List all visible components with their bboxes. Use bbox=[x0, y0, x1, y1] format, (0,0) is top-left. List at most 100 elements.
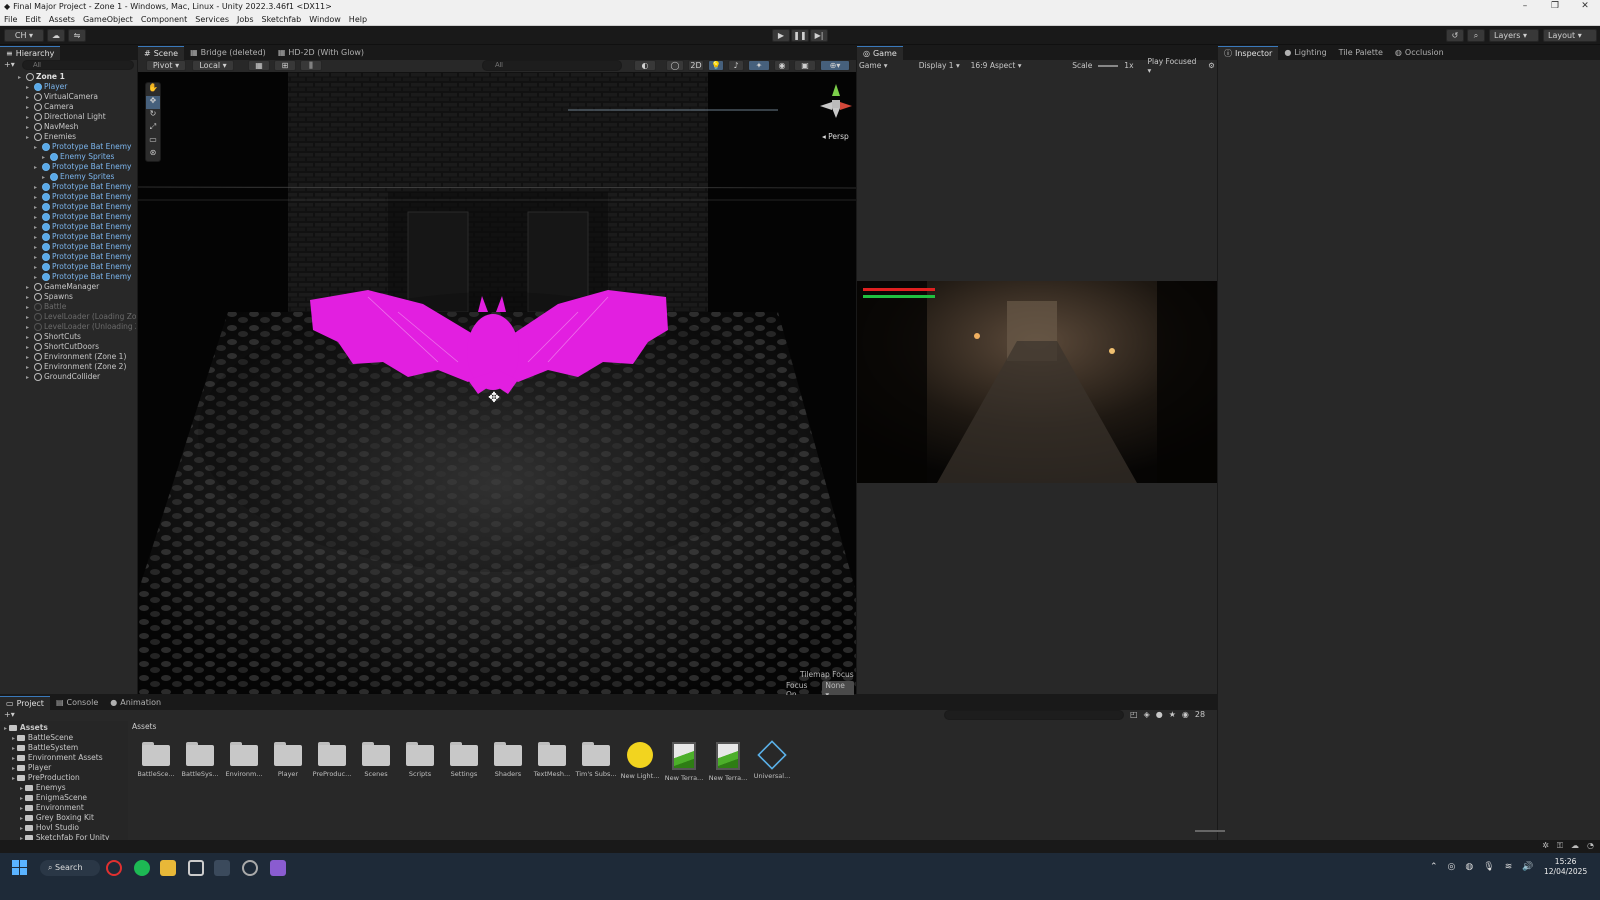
hierarchy-row[interactable]: ▸ Spawns bbox=[26, 292, 136, 302]
hierarchy-row[interactable]: ▸ Prototype Bat Enemy bbox=[34, 142, 136, 152]
cloud-sync-icon[interactable]: ☁ bbox=[1571, 841, 1579, 851]
bug-icon[interactable]: ✲ bbox=[1542, 841, 1549, 851]
unity-editor-icon[interactable] bbox=[214, 860, 230, 876]
asset-item[interactable]: Scripts bbox=[398, 742, 442, 778]
pivot-dropdown[interactable]: Pivot ▾ bbox=[146, 60, 186, 71]
hierarchy-row[interactable]: ▸ Prototype Bat Enemy bbox=[34, 202, 136, 212]
tray-app-icon[interactable]: ◎ bbox=[1448, 862, 1456, 872]
expand-arrow-icon[interactable]: ▸ bbox=[26, 343, 34, 352]
effects-toggle-icon[interactable]: ✦ bbox=[748, 60, 770, 71]
cloud-icon[interactable]: ☁ bbox=[47, 29, 65, 42]
shading-icon[interactable]: ◯ bbox=[666, 60, 684, 71]
maximize-button[interactable]: ❐ bbox=[1540, 0, 1570, 13]
menu-services[interactable]: Services bbox=[191, 13, 233, 25]
project-search-input[interactable] bbox=[944, 710, 1124, 720]
hierarchy-row[interactable]: ▸ Environment (Zone 1) bbox=[26, 352, 136, 362]
tab-animation[interactable]: ● Animation bbox=[104, 696, 167, 710]
persp-label[interactable]: ◂ Persp bbox=[822, 132, 849, 141]
expand-arrow-icon[interactable]: ▸ bbox=[18, 73, 26, 82]
play-focused-dropdown[interactable]: Play Focused ▾ bbox=[1148, 57, 1203, 75]
hand-tool-icon[interactable]: ✋ bbox=[146, 83, 160, 96]
visual-studio-icon[interactable] bbox=[270, 860, 286, 876]
tab-bridge[interactable]: ▦ Bridge (deleted) bbox=[184, 46, 272, 60]
expand-arrow-icon[interactable]: ▸ bbox=[26, 363, 34, 372]
asset-item[interactable]: Environm... bbox=[222, 742, 266, 778]
hierarchy-row[interactable]: ▸ Enemies bbox=[26, 132, 136, 142]
folder-tree-item[interactable]: ▸ BattleSystem bbox=[12, 743, 78, 753]
hierarchy-row[interactable]: ▸ Prototype Bat Enemy bbox=[34, 192, 136, 202]
local-dropdown[interactable]: Local ▾ bbox=[192, 60, 234, 71]
expand-arrow-icon[interactable]: ▸ bbox=[26, 283, 34, 292]
expand-arrow-icon[interactable]: ▸ bbox=[42, 173, 50, 182]
hierarchy-row[interactable]: ▸ Prototype Bat Enemy bbox=[34, 222, 136, 232]
expand-arrow-icon[interactable]: ▸ bbox=[34, 223, 42, 232]
spotify-icon[interactable] bbox=[134, 860, 150, 876]
clock[interactable]: 15:26 12/04/2025 bbox=[1544, 857, 1587, 877]
snap-icon[interactable]: ⊞ bbox=[274, 60, 296, 71]
asset-item[interactable]: BattleSys... bbox=[178, 742, 222, 778]
orientation-gizmo[interactable] bbox=[818, 80, 854, 120]
expand-arrow-icon[interactable]: ▸ bbox=[26, 133, 34, 142]
camera-settings-icon[interactable]: ▣ bbox=[794, 60, 816, 71]
asset-item[interactable]: TextMesh... bbox=[530, 742, 574, 778]
hierarchy-row[interactable]: ▸ Directional Light bbox=[26, 112, 136, 122]
log-type-icon[interactable]: ● bbox=[1156, 710, 1163, 719]
minimize-button[interactable]: – bbox=[1510, 0, 1540, 13]
menu-assets[interactable]: Assets bbox=[45, 13, 79, 25]
hierarchy-row[interactable]: ▸ Prototype Bat Enemy bbox=[34, 162, 136, 172]
expand-arrow-icon[interactable]: ▸ bbox=[34, 243, 42, 252]
tab-tile-palette[interactable]: Tile Palette bbox=[1333, 46, 1389, 60]
tab-lighting[interactable]: ● Lighting bbox=[1278, 46, 1332, 60]
hierarchy-row[interactable]: ▸ GroundCollider bbox=[26, 372, 136, 382]
expand-arrow-icon[interactable]: ▸ bbox=[42, 153, 50, 162]
game-viewport[interactable] bbox=[857, 281, 1217, 483]
menu-gameobject[interactable]: GameObject bbox=[79, 13, 137, 25]
asset-item[interactable]: BattleSce... bbox=[134, 742, 178, 778]
add-icon[interactable]: +▾ bbox=[4, 60, 18, 70]
pause-button[interactable]: ❚❚ bbox=[791, 29, 809, 42]
progress-icon[interactable]: ◔ bbox=[1587, 841, 1594, 851]
menu-sketchfab[interactable]: Sketchfab bbox=[258, 13, 306, 25]
hierarchy-row[interactable]: ▸ Zone 1 bbox=[18, 72, 136, 82]
display-dropdown[interactable]: Display 1 ▾ bbox=[919, 61, 965, 70]
asset-item[interactable]: New Light... bbox=[618, 742, 662, 780]
hierarchy-row[interactable]: ▸ Player bbox=[26, 82, 136, 92]
hierarchy-row[interactable]: ▸ Prototype Bat Enemy bbox=[34, 252, 136, 262]
opera-icon[interactable] bbox=[106, 860, 122, 876]
asset-item[interactable]: Settings bbox=[442, 742, 486, 778]
expand-arrow-icon[interactable]: ▸ bbox=[26, 93, 34, 102]
filter-label-icon[interactable]: ◈ bbox=[1144, 710, 1150, 719]
lock-icon[interactable]: ⚿ bbox=[1557, 841, 1563, 851]
asset-item[interactable]: New Terra... bbox=[662, 742, 706, 782]
unity-hub-icon[interactable] bbox=[188, 860, 204, 876]
expand-arrow-icon[interactable]: ▸ bbox=[26, 293, 34, 302]
play-button[interactable]: ▶ bbox=[772, 29, 790, 42]
menu-file[interactable]: File bbox=[0, 13, 21, 25]
light-toggle-icon[interactable]: 💡 bbox=[708, 60, 724, 71]
hierarchy-row[interactable]: ▸ Camera bbox=[26, 102, 136, 112]
volume-icon[interactable]: 🔊 bbox=[1522, 862, 1533, 872]
expand-arrow-icon[interactable]: ▸ bbox=[26, 323, 34, 332]
hierarchy-row[interactable]: ▸ Enemy Sprites bbox=[42, 172, 136, 182]
breadcrumb[interactable]: Assets bbox=[132, 722, 156, 731]
filter-type-icon[interactable]: ◰ bbox=[1130, 710, 1138, 719]
expand-arrow-icon[interactable]: ▸ bbox=[34, 273, 42, 282]
hierarchy-row[interactable]: ▸ ShortCuts bbox=[26, 332, 136, 342]
asset-item[interactable]: Player bbox=[266, 742, 310, 778]
transform-tool-icon[interactable]: ⊛ bbox=[146, 148, 160, 161]
expand-arrow-icon[interactable]: ▸ bbox=[34, 263, 42, 272]
tab-inspector[interactable]: ⓘ Inspector bbox=[1218, 46, 1279, 60]
chevron-up-icon[interactable]: ⌃ bbox=[1430, 862, 1438, 872]
expand-arrow-icon[interactable]: ▸ bbox=[26, 303, 34, 312]
hierarchy-search-input[interactable] bbox=[22, 60, 134, 70]
asset-item[interactable]: PreProduc... bbox=[310, 742, 354, 778]
collab-icon[interactable]: ⇋ bbox=[68, 29, 86, 42]
close-button[interactable]: ✕ bbox=[1570, 0, 1600, 13]
gizmos-icon[interactable]: ⊕▾ bbox=[820, 60, 850, 71]
asset-item[interactable]: Shaders bbox=[486, 742, 530, 778]
expand-arrow-icon[interactable]: ▸ bbox=[34, 233, 42, 242]
tab-hierarchy[interactable]: ≡ Hierarchy bbox=[0, 46, 61, 60]
game-mode-dropdown[interactable]: Game ▾ bbox=[859, 61, 913, 70]
expand-arrow-icon[interactable]: ▸ bbox=[34, 183, 42, 192]
increment-snap-icon[interactable]: ⫼ bbox=[300, 60, 322, 71]
